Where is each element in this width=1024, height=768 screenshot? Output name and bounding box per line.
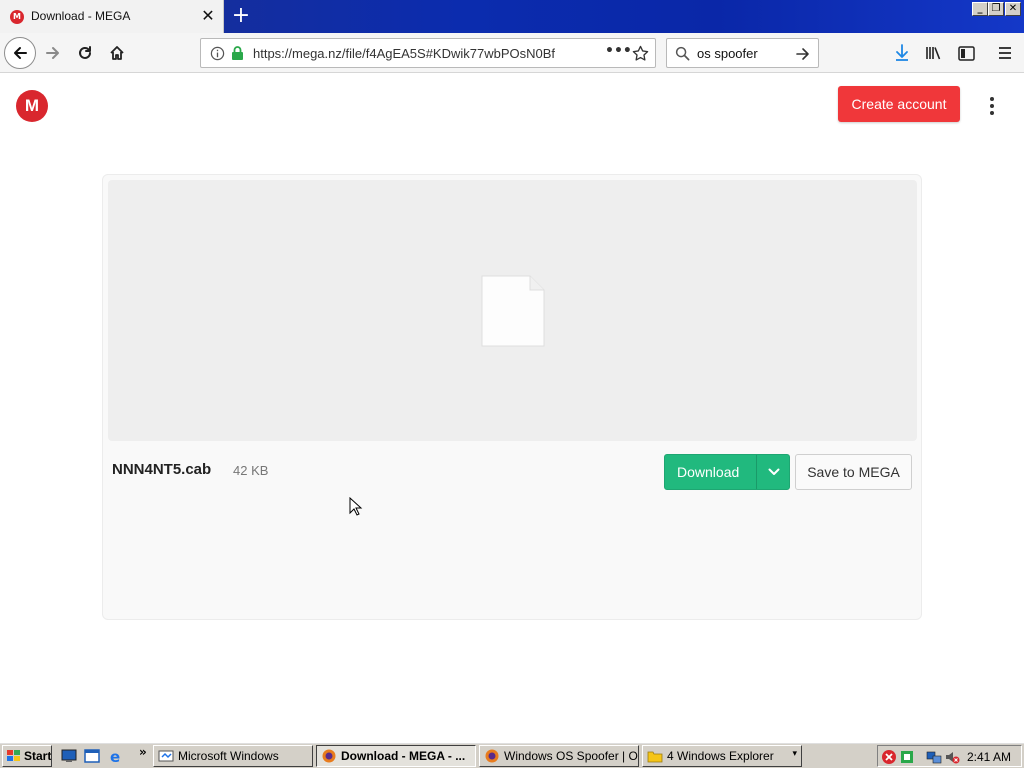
svg-text:e: e <box>110 748 120 764</box>
minimize-window-button[interactable]: _ <box>972 2 988 16</box>
chevron-down-icon <box>768 468 779 475</box>
url-text: https://mega.nz/file/f4AgEA5S#KDwik77wbP… <box>253 46 556 61</box>
download-arrow-icon <box>896 44 908 61</box>
lock-icon <box>232 46 243 60</box>
download-options-button[interactable] <box>757 455 790 489</box>
restore-window-button[interactable]: ❐ <box>988 2 1004 16</box>
hamburger-menu-button[interactable] <box>990 39 1020 67</box>
navigation-toolbar: https://mega.nz/file/f4AgEA5S#KDwik77wbP… <box>0 33 1024 73</box>
windows-app-icon <box>158 750 174 762</box>
quick-launch-window-icon[interactable] <box>84 748 100 764</box>
start-label: Start <box>24 749 52 763</box>
file-size: 42 KB <box>233 463 269 478</box>
shield-tray-icon[interactable] <box>899 749 915 765</box>
browser-tab-strip: M Download - MEGA ✕ + _ ❐ ✕ <box>0 0 1024 33</box>
hamburger-menu-icon <box>999 47 1011 59</box>
mega-logo[interactable]: M <box>16 90 48 122</box>
taskbar-item-windows-os-spoofer[interactable]: Windows OS Spoofer | O... <box>479 745 639 767</box>
page-actions-icon[interactable]: ••• <box>605 43 632 59</box>
file-card: NNN4NT5.cab 42 KB Download Save to MEGA <box>102 174 922 620</box>
more-options-icon[interactable] <box>982 92 1002 120</box>
file-name: NNN4NT5.cab <box>112 461 212 478</box>
info-icon[interactable] <box>210 46 225 61</box>
taskbar-item-label: Windows OS Spoofer | O... <box>504 749 639 763</box>
forward-button[interactable] <box>38 39 68 67</box>
mega-download-page: M Create account NNN4NT5.cab 42 KB Downl… <box>0 74 1024 742</box>
show-desktop-icon[interactable] <box>61 748 77 764</box>
internet-explorer-icon[interactable]: e <box>108 748 124 764</box>
security-alert-icon[interactable] <box>881 749 897 765</box>
mouse-cursor-icon <box>349 497 363 516</box>
create-account-button[interactable]: Create account <box>838 86 960 122</box>
bookmark-star-icon[interactable] <box>632 45 649 62</box>
download-button-label: Download <box>677 464 740 480</box>
sidebar-icon <box>957 45 975 61</box>
url-bar[interactable]: https://mega.nz/file/f4AgEA5S#KDwik77wbP… <box>200 38 656 68</box>
close-window-button[interactable]: ✕ <box>1005 2 1021 16</box>
taskbar-clock: 2:41 AM <box>966 750 1011 764</box>
taskbar-item-label: Download - MEGA - ... <box>341 749 466 763</box>
mega-favicon-icon: M <box>10 10 24 24</box>
search-input[interactable]: os spoofer <box>697 46 758 61</box>
network-icon[interactable] <box>926 749 942 765</box>
system-tray: 2:41 AM <box>877 745 1022 767</box>
library-icon <box>926 47 941 60</box>
search-bar[interactable]: os spoofer <box>666 38 819 68</box>
taskbar-item-windows-explorer-group[interactable]: 4 Windows Explorer ▾ <box>642 745 802 767</box>
reload-icon <box>79 46 91 59</box>
windows-taskbar: Start e » Microsoft Windows Download - M… <box>0 742 1024 768</box>
arrow-right-icon <box>46 47 59 59</box>
taskbar-item-label: Microsoft Windows <box>178 749 279 763</box>
library-button[interactable] <box>919 39 949 67</box>
start-button[interactable]: Start <box>2 745 52 767</box>
search-icon <box>675 46 690 61</box>
close-tab-icon[interactable]: ✕ <box>199 6 217 26</box>
search-go-arrow-icon[interactable] <box>795 46 811 62</box>
generic-file-icon <box>481 275 545 347</box>
firefox-icon <box>322 749 336 763</box>
group-dropdown-icon: ▾ <box>792 748 797 758</box>
quick-launch-overflow-icon[interactable]: » <box>139 745 147 759</box>
sidebar-button[interactable] <box>951 39 981 67</box>
home-icon <box>110 46 124 60</box>
back-button[interactable] <box>4 37 36 69</box>
new-tab-button[interactable]: + <box>230 4 252 28</box>
downloads-button[interactable] <box>887 39 917 67</box>
taskbar-item-microsoft-windows[interactable]: Microsoft Windows <box>153 745 313 767</box>
arrow-left-icon <box>14 47 27 59</box>
windows-logo-icon <box>7 750 20 761</box>
firefox-icon <box>485 749 499 763</box>
reload-button[interactable] <box>70 39 100 67</box>
tab-download-mega[interactable]: M Download - MEGA ✕ <box>0 0 224 33</box>
taskbar-item-download-mega[interactable]: Download - MEGA - ... <box>316 745 476 767</box>
save-to-mega-button[interactable]: Save to MEGA <box>795 454 912 490</box>
tab-title: Download - MEGA <box>31 9 131 23</box>
file-preview-area <box>108 180 917 441</box>
home-button[interactable] <box>102 39 132 67</box>
folder-icon <box>647 751 663 763</box>
taskbar-item-label: 4 Windows Explorer <box>667 749 774 763</box>
download-button[interactable]: Download <box>664 454 790 490</box>
volume-muted-icon[interactable] <box>944 749 960 765</box>
